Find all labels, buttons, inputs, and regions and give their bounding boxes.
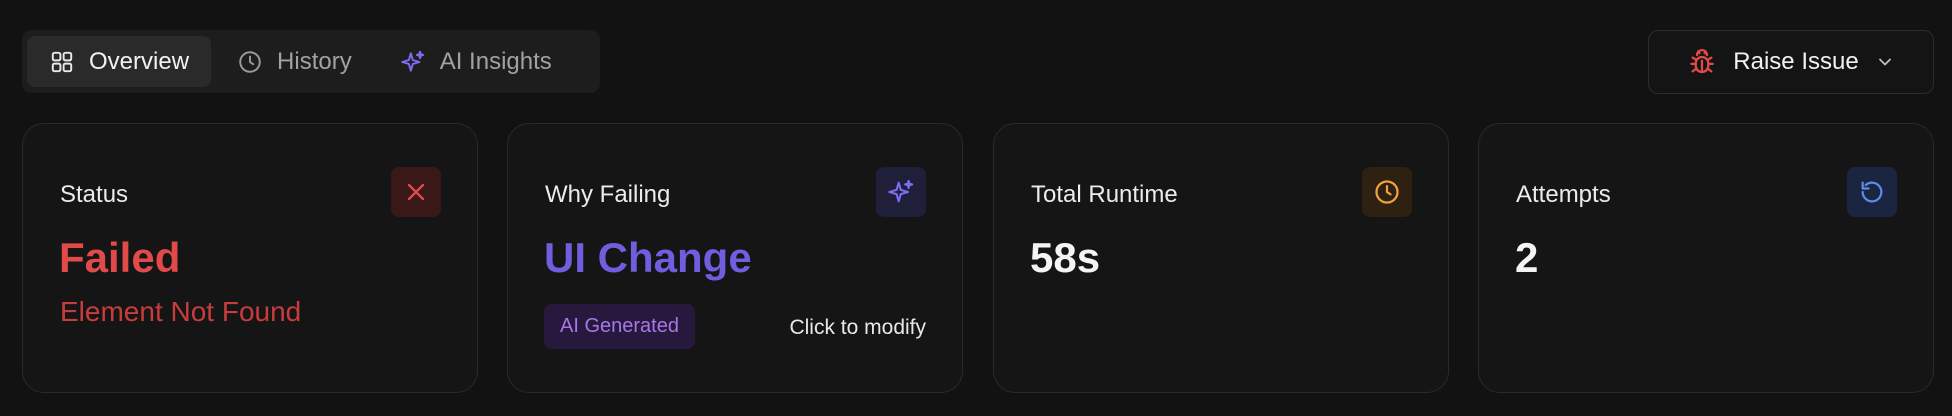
status-icon-box <box>391 167 441 217</box>
sparkle-icon <box>400 50 424 72</box>
tab-overview-label: Overview <box>89 47 190 75</box>
why-failing-icon-box <box>876 167 926 217</box>
runtime-label: Total Runtime <box>1031 181 1178 208</box>
why-failing-label: Why Failing <box>545 181 671 208</box>
click-to-modify-link[interactable]: Click to modify <box>789 316 926 340</box>
runtime-icon-box <box>1362 167 1412 217</box>
tab-overview[interactable]: Overview <box>27 36 212 87</box>
chevron-down-icon <box>1878 58 1891 66</box>
close-icon <box>407 183 425 201</box>
refresh-icon <box>1861 181 1883 203</box>
tab-history[interactable]: History <box>215 36 374 87</box>
attempts-icon-box <box>1847 167 1897 217</box>
tab-ai-insights[interactable]: AI Insights <box>378 36 574 87</box>
status-label: Status <box>60 181 129 208</box>
raise-issue-button[interactable]: Raise Issue <box>1648 30 1934 94</box>
why-failing-value: UI Change <box>544 234 752 281</box>
grid-icon <box>51 51 73 72</box>
view-tabs: Overview History AI Insights <box>22 30 600 93</box>
clock-icon <box>1375 180 1399 204</box>
status-reason: Element Not Found <box>60 296 302 327</box>
runtime-value: 58s <box>1030 234 1101 281</box>
attempts-value: 2 <box>1515 234 1539 281</box>
status-card: Status Failed Element Not Found <box>22 123 478 393</box>
clock-icon <box>239 50 261 73</box>
attempts-label: Attempts <box>1516 181 1611 208</box>
why-failing-card: Why Failing UI Change AI Generated Click… <box>507 123 963 393</box>
bug-icon <box>1690 49 1715 74</box>
sparkle-icon <box>888 179 914 203</box>
attempts-card: Attempts 2 <box>1478 123 1934 393</box>
tab-ai-insights-label: AI Insights <box>439 47 552 75</box>
runtime-card: Total Runtime 58s <box>993 123 1449 393</box>
status-value: Failed <box>59 234 181 281</box>
tab-history-label: History <box>277 47 352 75</box>
ai-generated-badge: AI Generated <box>544 304 695 349</box>
raise-issue-label: Raise Issue <box>1733 48 1859 75</box>
